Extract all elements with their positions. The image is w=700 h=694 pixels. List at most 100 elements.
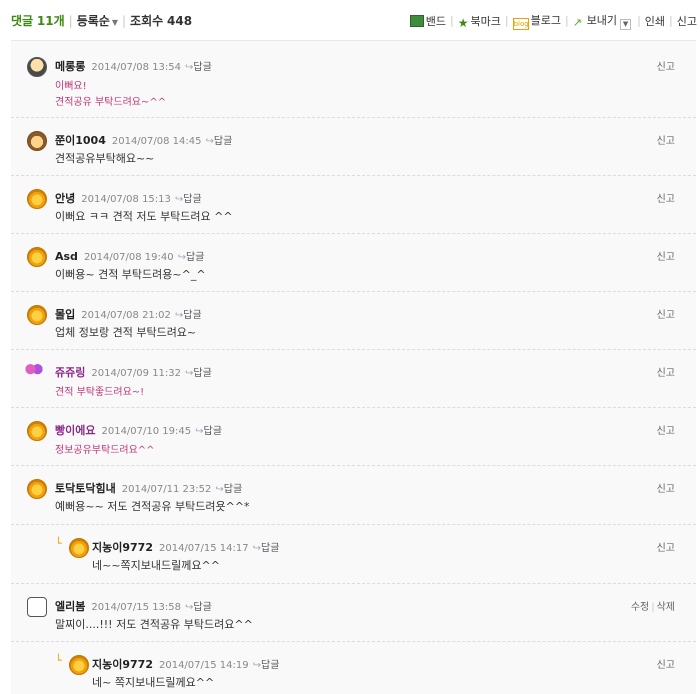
- reply-button[interactable]: ↪답글: [185, 62, 212, 73]
- reply-label[interactable]: 답글: [183, 310, 201, 321]
- avatar: [27, 597, 47, 617]
- comment-item: 안녕 2014/07/08 15:13 ↪답글 이뻐요 ㅋㅋ 견적 저도 부탁드려요…: [11, 176, 696, 234]
- avatar: [69, 538, 89, 558]
- comment-date: 2014/07/08 14:45: [111, 136, 202, 147]
- send-button[interactable]: ↗ 보내기 ▼: [573, 12, 633, 30]
- reply-arrow-icon: ↪: [195, 426, 204, 437]
- comment-actions: 수정 | 삭제: [630, 602, 675, 613]
- bookmark-button[interactable]: ★ 북마크: [458, 13, 501, 30]
- reply-label[interactable]: 답글: [186, 252, 204, 263]
- avatar: [27, 479, 47, 499]
- comment-item: 쭌이1004 2014/07/08 14:45 ↪답글 견적공유부탁해요~~ 신고: [11, 118, 696, 176]
- report-comment-button[interactable]: 신고: [657, 480, 675, 495]
- comment-date: 2014/07/15 14:17: [158, 543, 249, 554]
- reply-label[interactable]: 답글: [261, 660, 279, 671]
- report-comment-button[interactable]: 신고: [657, 539, 675, 554]
- comment-nickname[interactable]: 안녕: [55, 192, 75, 205]
- star-icon: ★: [457, 15, 469, 30]
- band-button[interactable]: 밴드: [409, 13, 446, 29]
- comment-item: 쥬쥬링 2014/07/09 11:32 ↪답글 견적 부탁좋드려요~! 신고: [11, 350, 696, 408]
- comment-item: 빵이에요 2014/07/10 19:45 ↪답글 정보공유부탁드려요^^ 신고: [11, 408, 696, 466]
- band-label[interactable]: 밴드: [426, 15, 446, 28]
- comment-nickname[interactable]: 빵이에요: [55, 424, 95, 437]
- send-icon: ↗: [572, 16, 582, 29]
- delete-button[interactable]: 삭제: [657, 602, 675, 613]
- comment-nickname[interactable]: 지농이9772: [92, 541, 153, 554]
- dropdown-icon[interactable]: ▼: [620, 19, 632, 30]
- avatar: [25, 362, 43, 380]
- comment-date: 2014/07/08 19:40: [83, 252, 174, 263]
- comment-text: 이뻐요!: [55, 81, 87, 92]
- comment-nickname[interactable]: 토닥토닥힘내: [55, 482, 116, 495]
- comment-item: 엘리봄 2014/07/15 13:58 ↪답글 말찌이....!!! 저도 견적공…: [11, 584, 696, 642]
- comment-text: 업체 정보랑 견적 부탁드려요~: [55, 326, 197, 339]
- print-button[interactable]: 인쇄: [645, 13, 665, 29]
- sort-dropdown[interactable]: 등록순 ▼: [77, 14, 118, 28]
- chevron-down-icon[interactable]: ▼: [112, 18, 118, 27]
- report-comment-button[interactable]: 신고: [657, 132, 675, 147]
- reply-arrow-icon: ↪: [252, 660, 262, 671]
- band-icon: [409, 15, 424, 27]
- reply-label[interactable]: 답글: [193, 368, 211, 379]
- comment-date: 2014/07/08 21:02: [81, 310, 171, 321]
- comment-date: 2014/07/11 23:52: [121, 484, 212, 495]
- reply-button[interactable]: ↪답글: [215, 484, 242, 495]
- comment-nickname[interactable]: 쥬쥬링: [55, 366, 85, 379]
- report-comment-button[interactable]: 신고: [657, 58, 675, 73]
- comment-nickname[interactable]: 몰입: [55, 308, 75, 321]
- comment-nickname[interactable]: 지농이9772: [92, 658, 153, 671]
- reply-indent-icon: └: [55, 537, 62, 550]
- sort-label[interactable]: 등록순: [77, 14, 110, 28]
- blog-label[interactable]: 블로그: [531, 14, 561, 27]
- reply-button[interactable]: ↪답글: [185, 602, 212, 613]
- comment-text: 정보공유부탁드려요^^: [55, 445, 155, 456]
- avatar: [27, 305, 47, 325]
- reply-arrow-icon: ↪: [215, 484, 224, 495]
- reply-label[interactable]: 답글: [183, 194, 201, 205]
- avatar: [27, 57, 47, 77]
- report-comment-button[interactable]: 신고: [657, 306, 675, 321]
- comment-item: 메롱롱 2014/07/08 13:54 ↪답글 이뻐요! 견적공유 부탁드려요~^…: [11, 41, 696, 118]
- comment-text: 네~~쪽지보내드릴께요^^: [92, 559, 220, 572]
- comment-nickname[interactable]: 쭌이1004: [55, 134, 106, 147]
- report-comment-button[interactable]: 신고: [657, 248, 675, 263]
- reply-label[interactable]: 답글: [193, 62, 211, 73]
- reply-arrow-icon: ↪: [177, 252, 186, 263]
- bookmark-label[interactable]: 북마크: [471, 15, 501, 28]
- comment-text: 이뻐용~ 견적 부탁드려용~^_^: [55, 268, 206, 281]
- report-comment-button[interactable]: 신고: [657, 364, 675, 379]
- reply-arrow-icon: ↪: [205, 136, 214, 147]
- comment-text: 이뻐요 ㅋㅋ 견적 저도 부탁드려요 ^^: [55, 210, 233, 223]
- report-button[interactable]: 신고: [677, 13, 697, 29]
- reply-button[interactable]: ↪답글: [178, 252, 205, 263]
- reply-button[interactable]: ↪답글: [195, 426, 222, 437]
- reply-button[interactable]: ↪답글: [253, 543, 280, 554]
- edit-button[interactable]: 수정: [631, 602, 649, 613]
- reply-label[interactable]: 답글: [193, 602, 211, 613]
- reply-button[interactable]: ↪답글: [185, 368, 212, 379]
- reply-button[interactable]: ↪답글: [253, 660, 280, 671]
- reply-label[interactable]: 답글: [204, 426, 222, 437]
- reply-comment-item: └ 지농이9772 2014/07/15 14:17 ↪답글 네~~쪽지보내드릴께요…: [11, 525, 696, 584]
- reply-button[interactable]: ↪답글: [206, 136, 233, 147]
- report-comment-button[interactable]: 신고: [657, 656, 675, 671]
- blog-button[interactable]: blog 블로그: [512, 12, 561, 30]
- comment-date: 2014/07/10 19:45: [101, 426, 192, 437]
- reply-label[interactable]: 답글: [214, 136, 232, 147]
- send-label[interactable]: 보내기: [587, 14, 617, 27]
- blog-icon: blog: [512, 18, 529, 30]
- report-comment-button[interactable]: 신고: [657, 190, 675, 205]
- reply-label[interactable]: 답글: [261, 543, 279, 554]
- reply-button[interactable]: ↪답글: [175, 194, 202, 205]
- comment-nickname[interactable]: 메롱롱: [55, 60, 85, 73]
- comment-nickname[interactable]: 엘리봄: [55, 600, 85, 613]
- comment-text: 말찌이....!!! 저도 견적공유 부탁드려요^^: [55, 618, 253, 631]
- comment-item: 토닥토닥힘내 2014/07/11 23:52 ↪답글 예뻐용~~ 저도 견적공유 …: [11, 466, 696, 525]
- reply-label[interactable]: 답글: [224, 484, 242, 495]
- comment-text: 예뻐용~~ 저도 견적공유 부탁드려욧^^*: [55, 500, 250, 513]
- comment-text: 견적공유 부탁드려요~^^: [55, 97, 167, 108]
- comment-date: 2014/07/08 15:13: [81, 194, 171, 205]
- report-comment-button[interactable]: 신고: [657, 422, 675, 437]
- comment-nickname[interactable]: Asd: [55, 250, 78, 263]
- reply-button[interactable]: ↪답글: [175, 310, 202, 321]
